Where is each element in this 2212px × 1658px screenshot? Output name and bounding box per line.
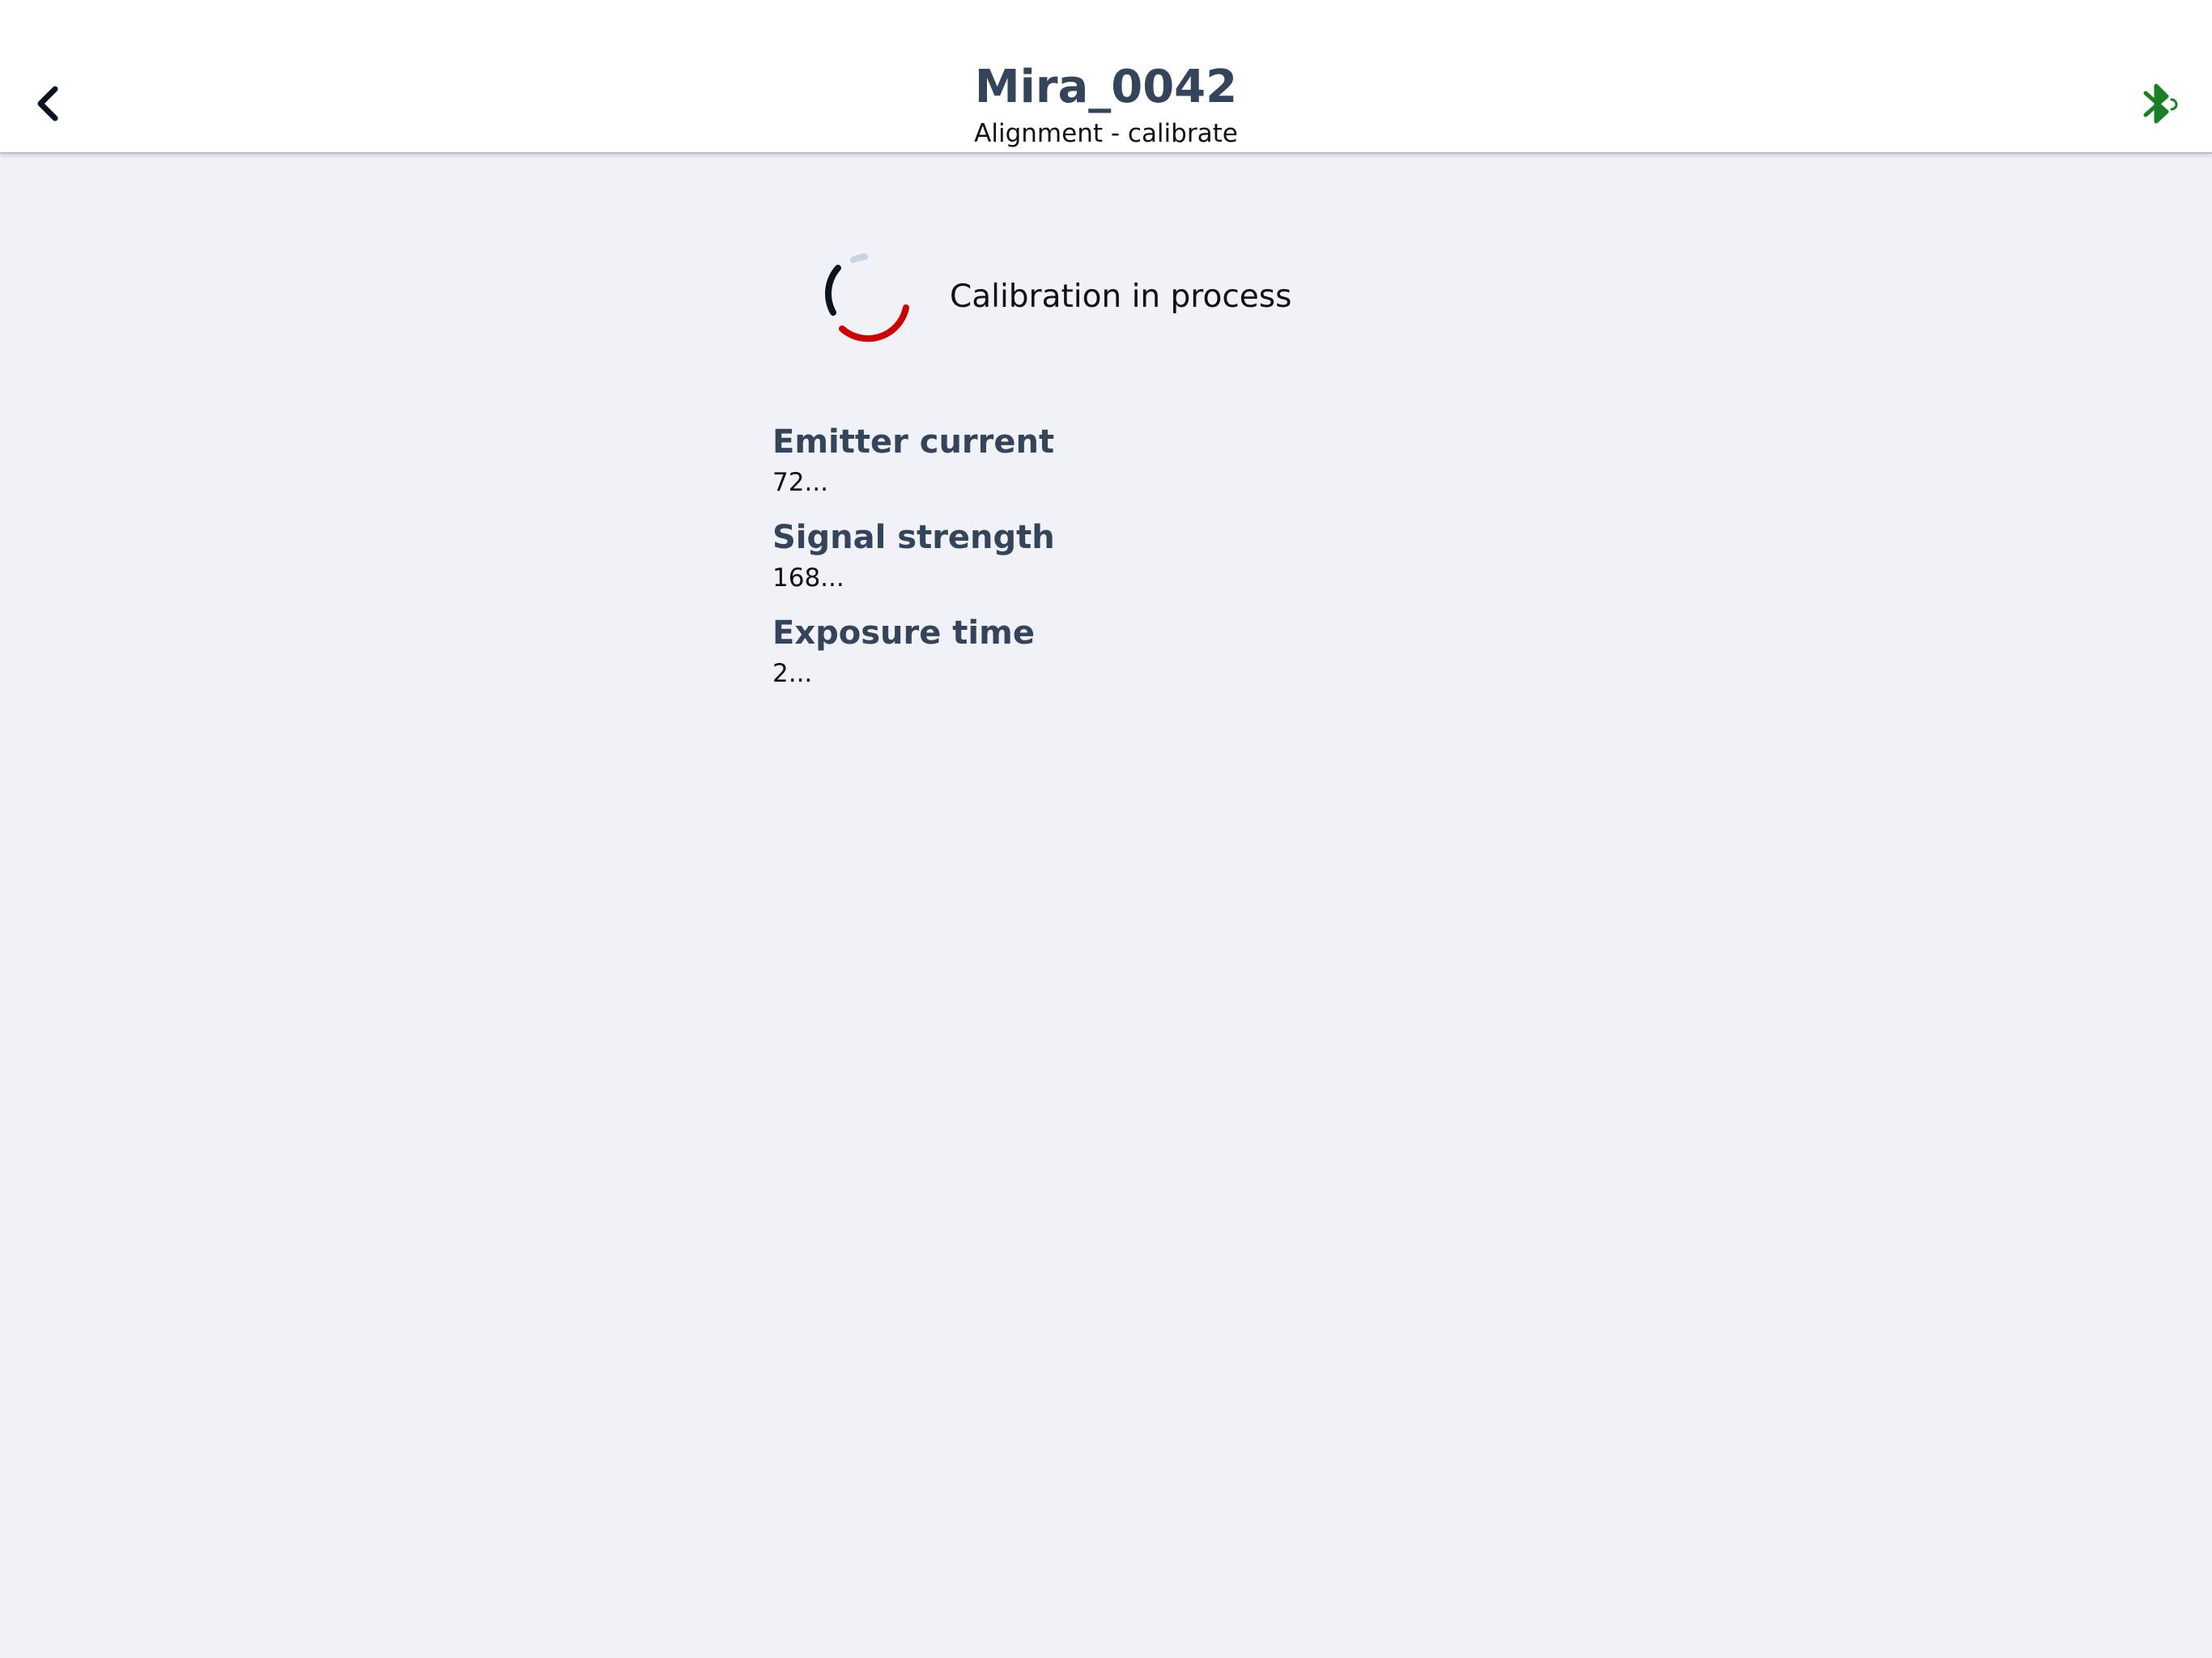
reading-value: 2...: [772, 659, 813, 688]
reading-label: Emitter current: [772, 423, 1055, 461]
status-text: Calibration in process: [950, 278, 1292, 315]
reading-label: Exposure time: [772, 614, 1035, 652]
page-title: Mira_0042: [974, 61, 1238, 113]
bluetooth-status[interactable]: [2141, 81, 2181, 128]
reading-value: 168...: [772, 563, 844, 593]
loading-spinner-icon: [825, 253, 909, 342]
title-block: Mira_0042 Alignment - calibrate: [0, 58, 2212, 150]
reading-label: Signal strength: [772, 519, 1055, 556]
reading-signal-strength: Signal strength 168...: [772, 513, 1420, 609]
reading-emitter-current: Emitter current 72...: [772, 418, 1420, 513]
reading-exposure-time: Exposure time 2...: [772, 609, 1420, 704]
readings-list: Emitter current 72... Signal strength 16…: [772, 418, 1420, 704]
bluetooth-connected-icon: [2143, 83, 2178, 124]
reading-value: 72...: [772, 468, 829, 497]
top-bar: Mira_0042 Alignment - calibrate: [0, 0, 2212, 154]
page-subtitle: Alignment - calibrate: [974, 119, 1238, 148]
